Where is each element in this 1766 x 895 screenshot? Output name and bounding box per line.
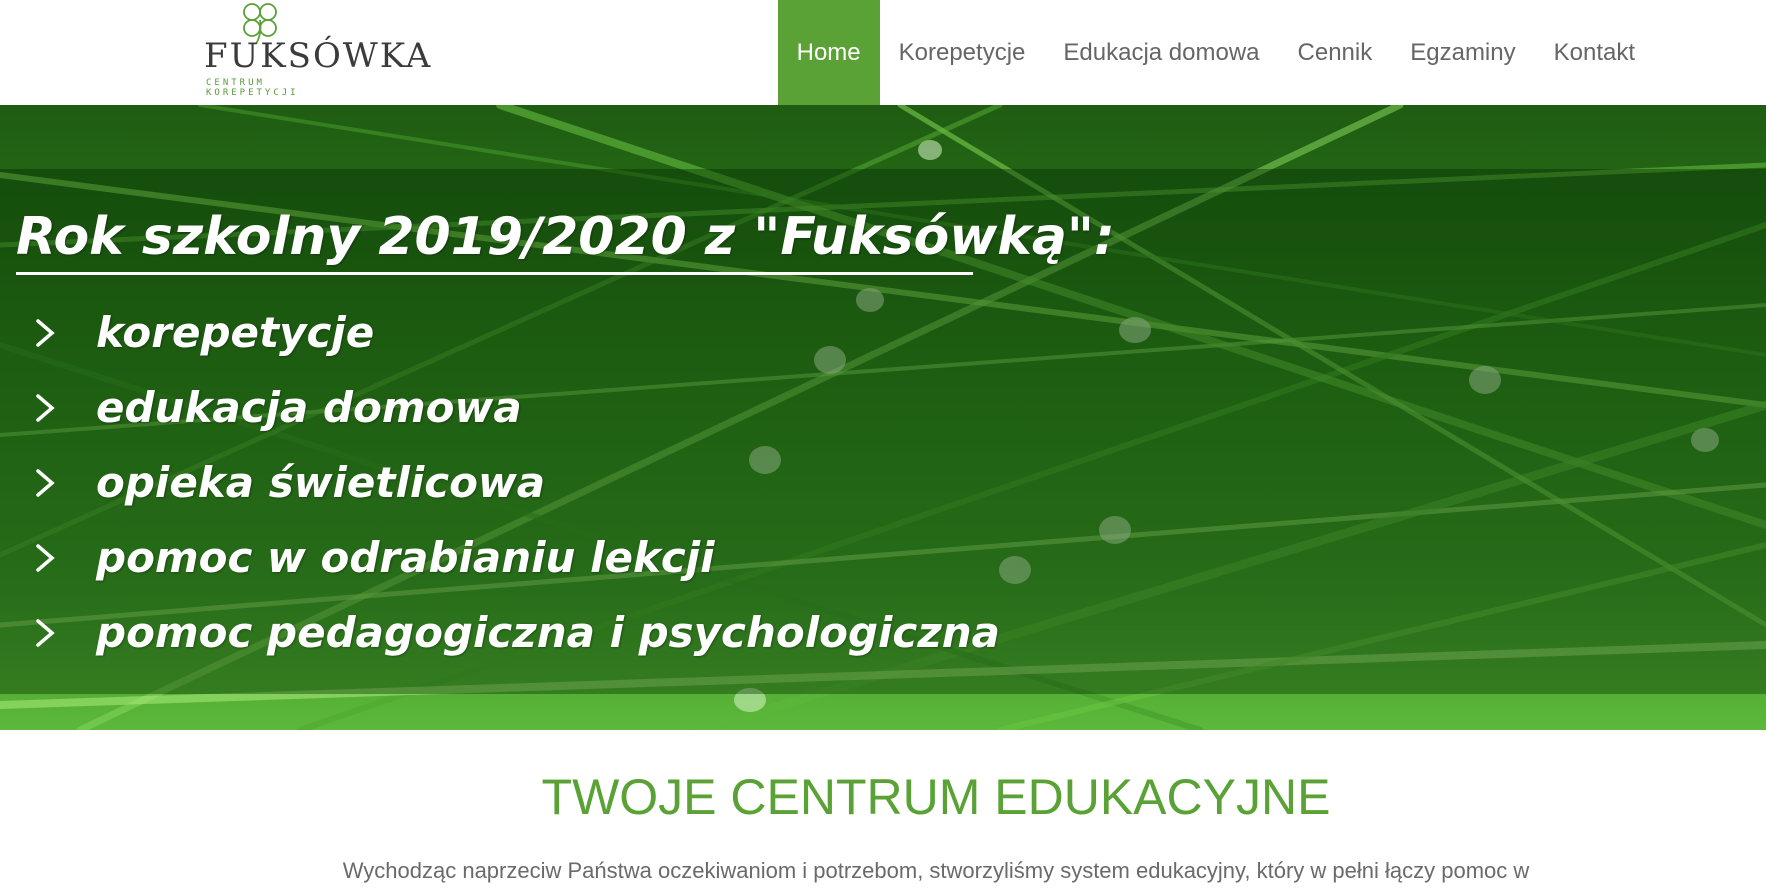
chevron-right-icon bbox=[36, 543, 55, 572]
logo-name: FUKSÓWKA bbox=[204, 36, 433, 76]
list-item-text: korepetycje bbox=[96, 308, 375, 357]
nav-home[interactable]: Home bbox=[777, 0, 880, 105]
list-item: opieka świetlicowa bbox=[28, 445, 1000, 520]
hero-title: Rok szkolny 2019/2020 z "Fuksówką": bbox=[16, 207, 1115, 267]
nav-korepetycje[interactable]: Korepetycje bbox=[880, 0, 1045, 105]
logo-subtitle: CENTRUM KOREPETYCJI bbox=[206, 78, 299, 98]
list-item: pomoc pedagogiczna i psychologiczna bbox=[28, 595, 1000, 670]
nav-edukacja-domowa[interactable]: Edukacja domowa bbox=[1044, 0, 1278, 105]
list-item: pomoc w odrabianiu lekcji bbox=[28, 520, 1000, 595]
list-item: korepetycje bbox=[28, 295, 1000, 370]
nav-cennik[interactable]: Cennik bbox=[1279, 0, 1392, 105]
site-header: FUKSÓWKA CENTRUM KOREPETYCJI Home Korepe… bbox=[0, 0, 1766, 105]
list-item-text: edukacja domowa bbox=[96, 383, 522, 432]
chevron-right-icon bbox=[36, 618, 55, 647]
list-item-text: pomoc pedagogiczna i psychologiczna bbox=[96, 608, 1001, 657]
list-item-text: pomoc w odrabianiu lekcji bbox=[96, 533, 715, 582]
chevron-right-icon bbox=[36, 393, 55, 422]
chevron-right-icon bbox=[36, 468, 55, 497]
intro-paragraph: Wychodząc naprzeciw Państwa oczekiwaniom… bbox=[342, 858, 1530, 883]
section-heading: TWOJE CENTRUM EDUKACYJNE bbox=[541, 769, 1331, 825]
hero-banner: Rok szkolny 2019/2020 z "Fuksówką": kore… bbox=[0, 105, 1766, 730]
nav-kontakt[interactable]: Kontakt bbox=[1535, 0, 1654, 105]
nav-egzaminy[interactable]: Egzaminy bbox=[1391, 0, 1534, 105]
list-item: edukacja domowa bbox=[28, 370, 1000, 445]
hero-list: korepetycje edukacja domowa opieka świet… bbox=[28, 295, 1000, 670]
chevron-right-icon bbox=[36, 318, 55, 347]
logo[interactable]: FUKSÓWKA CENTRUM KOREPETYCJI bbox=[200, 0, 430, 100]
list-item-text: opieka świetlicowa bbox=[96, 458, 546, 507]
hero-title-underline bbox=[16, 272, 973, 275]
main-nav: Home Korepetycje Edukacja domowa Cennik … bbox=[777, 0, 1654, 105]
